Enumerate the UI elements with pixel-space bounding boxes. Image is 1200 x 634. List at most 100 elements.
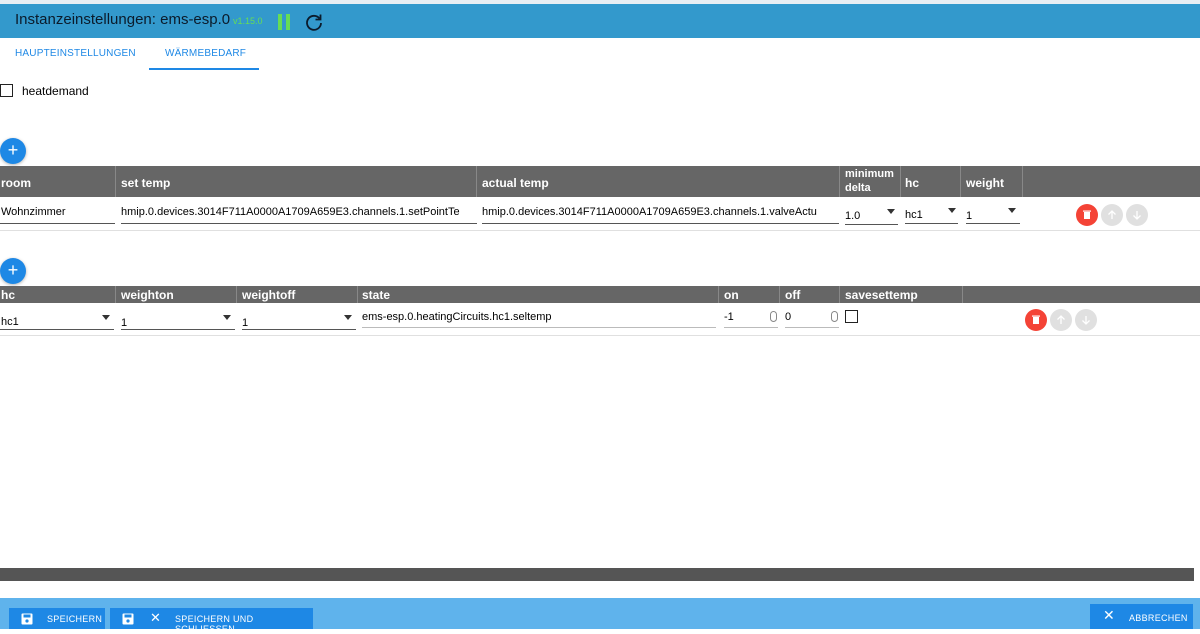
actual-temp-underline	[482, 223, 839, 224]
column-separator	[115, 286, 116, 303]
save-button-label: SPEICHERN	[47, 614, 103, 624]
header-off: off	[785, 288, 801, 302]
minimum-delta-select[interactable]: 1.0	[845, 210, 885, 222]
hc-select[interactable]: hc1	[905, 209, 945, 221]
chevron-down-icon[interactable]	[223, 315, 231, 320]
tab-haupteinstellungen[interactable]: HAUPTEINSTELLUNGEN	[15, 48, 136, 59]
active-tab-indicator	[149, 68, 259, 70]
column-separator	[900, 166, 901, 197]
rooms-table-header: room set temp actual temp minimum delta …	[0, 166, 1200, 197]
header-weight: weight	[966, 176, 1004, 190]
column-separator	[1022, 166, 1023, 197]
chevron-down-icon[interactable]	[344, 315, 352, 320]
header-savesettemp: savesettemp	[845, 288, 918, 302]
room-input-underline	[0, 223, 115, 224]
hc-underline	[905, 223, 958, 224]
close-icon: ✕	[1103, 607, 1116, 623]
app-header: Instanzeinstellungen: ems-esp.0 v1.15.0	[0, 4, 1200, 38]
room-input[interactable]: Wohnzimmer	[1, 206, 113, 218]
minimum-delta-underline	[845, 224, 898, 225]
tab-waermebedarf[interactable]: WÄRMEBEDARF	[165, 48, 246, 59]
off-number-input[interactable]: 0	[785, 311, 825, 323]
arrow-up-icon	[1057, 315, 1065, 324]
weight-underline	[966, 223, 1020, 224]
actual-temp-input[interactable]: hmip.0.devices.3014F711A0000A1709A659E3.…	[482, 206, 839, 218]
save-icon	[21, 613, 33, 625]
column-separator	[718, 286, 719, 303]
header-set-temp: set temp	[121, 176, 171, 190]
column-separator	[960, 166, 961, 197]
on-number-input[interactable]: -1	[724, 311, 764, 323]
arrow-up-icon	[1108, 210, 1116, 219]
chevron-down-icon[interactable]	[887, 209, 895, 214]
header-minimum-delta-line1: minimum	[845, 168, 894, 180]
add-room-button[interactable]: +	[0, 138, 26, 164]
save-button[interactable]: SPEICHERN	[9, 608, 105, 629]
column-separator	[236, 286, 237, 303]
on-underline	[724, 327, 778, 328]
header-on: on	[724, 288, 739, 302]
save-and-close-label: SPEICHERN UND SCHLIESSEN	[175, 614, 254, 634]
move-up-button[interactable]	[1050, 309, 1072, 331]
header-actual-temp: actual temp	[482, 176, 549, 190]
header-weightoff: weightoff	[242, 288, 296, 302]
column-separator	[962, 286, 963, 303]
delete-row-button[interactable]	[1076, 204, 1098, 226]
header-room: room	[1, 176, 31, 190]
header-state: state	[362, 288, 391, 302]
header-hc: hc	[905, 176, 920, 190]
cancel-button[interactable]: ✕ ABBRECHEN	[1090, 604, 1193, 629]
column-separator	[476, 166, 477, 197]
move-down-button[interactable]	[1126, 204, 1148, 226]
delete-row-button[interactable]	[1025, 309, 1047, 331]
trash-icon	[1083, 210, 1091, 219]
column-separator	[839, 166, 840, 197]
column-separator	[115, 166, 116, 197]
chevron-down-icon[interactable]	[1008, 208, 1016, 213]
chevron-down-icon[interactable]	[948, 208, 956, 213]
close-icon: ✕	[150, 610, 162, 625]
on-stepper-icon[interactable]	[770, 311, 777, 322]
pause-icon[interactable]	[278, 14, 292, 30]
set-temp-underline	[121, 223, 477, 224]
chevron-down-icon[interactable]	[102, 315, 110, 320]
cancel-button-label: ABBRECHEN	[1129, 613, 1188, 623]
set-temp-input[interactable]: hmip.0.devices.3014F711A0000A1709A659E3.…	[121, 206, 478, 218]
header-weighton: weighton	[121, 288, 174, 302]
row-divider	[0, 230, 1200, 231]
row-divider	[0, 335, 1200, 336]
hc-select[interactable]: hc1	[1, 316, 96, 328]
column-separator	[357, 286, 358, 303]
state-input[interactable]: ems-esp.0.heatingCircuits.hc1.seltemp	[362, 311, 716, 323]
weighton-select[interactable]: 1	[121, 317, 216, 329]
hc-table-header: hc weighton weightoff state on off saves…	[0, 286, 1200, 303]
page-title: Instanzeinstellungen: ems-esp.0	[15, 11, 231, 28]
save-and-close-button[interactable]: ✕ SPEICHERN UND SCHLIESSEN	[110, 608, 313, 634]
add-hc-button[interactable]: +	[0, 258, 26, 284]
weightoff-select[interactable]: 1	[242, 317, 337, 329]
hc-underline	[0, 329, 114, 330]
move-down-button[interactable]	[1075, 309, 1097, 331]
move-up-button[interactable]	[1101, 204, 1123, 226]
header-hc: hc	[1, 288, 16, 302]
weightoff-underline	[242, 329, 356, 330]
heatdemand-label: heatdemand	[22, 84, 89, 98]
column-separator	[839, 286, 840, 303]
tab-bar: HAUPTEINSTELLUNGEN WÄRMEBEDARF	[0, 38, 1200, 72]
heatdemand-checkbox[interactable]	[0, 84, 13, 97]
column-separator	[779, 286, 780, 303]
arrow-down-icon	[1133, 211, 1141, 220]
header-minimum-delta-line2: delta	[845, 182, 871, 194]
state-underline	[362, 327, 716, 328]
reload-icon[interactable]	[304, 12, 324, 32]
weight-select[interactable]: 1	[966, 210, 1006, 222]
arrow-down-icon	[1082, 316, 1090, 325]
weighton-underline	[121, 329, 235, 330]
scrollbar-end	[1194, 568, 1200, 581]
savesettemp-checkbox[interactable]	[845, 310, 858, 323]
footer-bar: SPEICHERN ✕ SPEICHERN UND SCHLIESSEN ✕ A…	[0, 598, 1200, 634]
trash-icon	[1032, 315, 1040, 324]
version-badge: v1.15.0	[233, 16, 263, 26]
off-stepper-icon[interactable]	[831, 311, 838, 322]
horizontal-scrollbar[interactable]	[0, 568, 1194, 581]
